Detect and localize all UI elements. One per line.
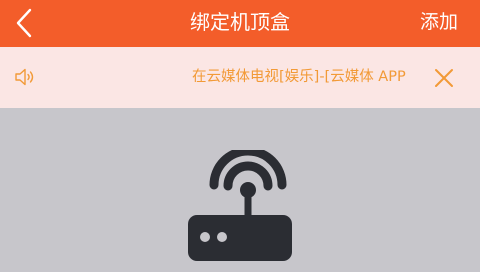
- add-button[interactable]: 添加: [420, 0, 458, 47]
- navigation-bar: 绑定机顶盒 添加: [0, 0, 480, 47]
- notice-marquee: 在云媒体电视[娱乐]-[云媒体 APP: [192, 47, 408, 108]
- chevron-left-icon: [16, 8, 32, 38]
- set-top-box-wifi-icon: [188, 150, 294, 272]
- close-icon: [435, 69, 453, 87]
- notice-bar: 在云媒体电视[娱乐]-[云媒体 APP: [0, 47, 480, 108]
- close-notice-button[interactable]: [431, 65, 457, 91]
- page-title: 绑定机顶盒: [190, 10, 290, 34]
- back-button[interactable]: [8, 4, 42, 42]
- bind-set-top-box-page: 绑定机顶盒 添加 在云媒体电视[娱乐]-[云媒体 APP: [0, 0, 480, 272]
- main-content: [0, 108, 480, 272]
- speaker-icon: [14, 66, 38, 88]
- notice-text: 在云媒体电视[娱乐]-[云媒体 APP: [192, 69, 406, 85]
